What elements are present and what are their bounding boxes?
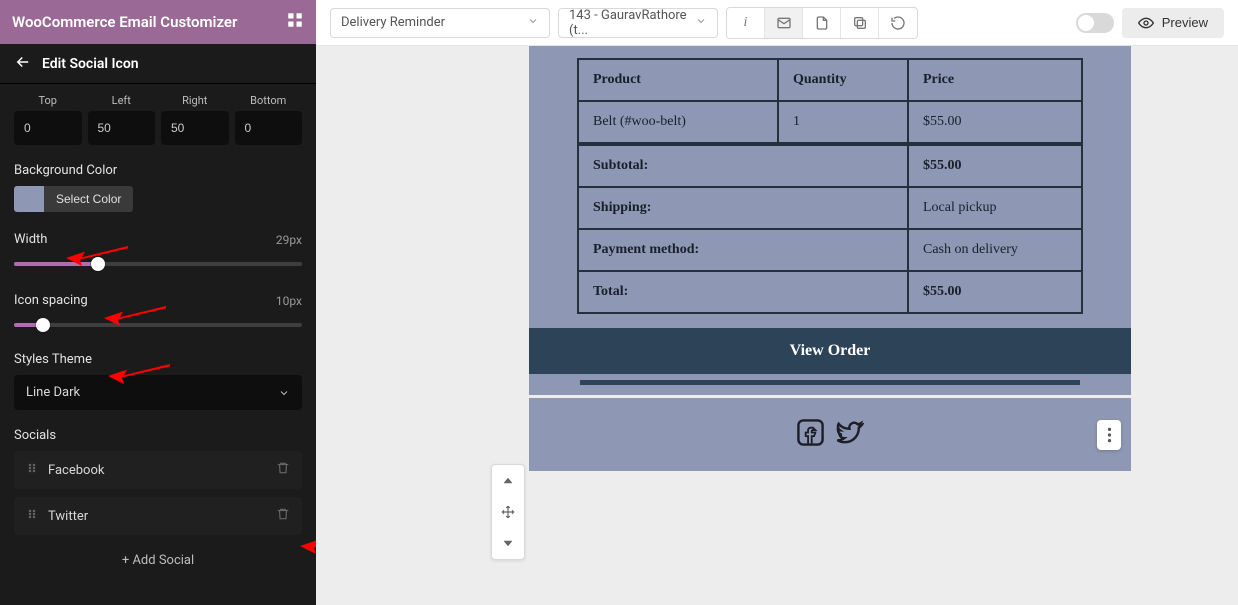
table-row: Subtotal: $55.00 xyxy=(578,144,1082,187)
order-table: Product Quantity Price Belt (#woo-belt) … xyxy=(577,58,1083,314)
social-item-label: Facebook xyxy=(48,463,104,478)
view-order-button[interactable]: View Order xyxy=(529,328,1131,374)
social-item-facebook[interactable]: Facebook xyxy=(14,451,302,489)
cell-payment-value: Cash on delivery xyxy=(908,229,1082,271)
add-social-button[interactable]: + Add Social xyxy=(14,543,302,578)
app-title: WooCommerce Email Customizer xyxy=(12,13,237,31)
side-input-left[interactable] xyxy=(88,111,156,145)
dark-mode-toggle[interactable] xyxy=(1076,13,1114,33)
cell-product: Belt (#woo-belt) xyxy=(578,101,778,144)
cell-shipping-label: Shipping: xyxy=(578,187,908,229)
cell-total-value: $55.00 xyxy=(908,271,1082,313)
spacing-slider-thumb[interactable] xyxy=(36,318,50,332)
device-view-group: i xyxy=(726,7,918,39)
back-arrow-icon[interactable] xyxy=(14,53,32,75)
move-drag-button[interactable] xyxy=(495,499,521,525)
move-down-button[interactable] xyxy=(495,529,521,555)
chevron-down-icon xyxy=(695,15,707,31)
copy-button[interactable] xyxy=(841,8,879,38)
move-up-button[interactable] xyxy=(495,469,521,495)
side-label-bottom: Bottom xyxy=(235,94,303,107)
order-select-value: 143 - GauravRathore (t... xyxy=(569,8,695,38)
side-label-right: Right xyxy=(161,94,229,107)
cell-subtotal-value: $55.00 xyxy=(908,144,1082,187)
email-social-footer xyxy=(529,395,1131,471)
template-select-value: Delivery Reminder xyxy=(341,15,445,30)
styles-theme-value: Line Dark xyxy=(26,385,80,400)
bgcolor-swatch[interactable] xyxy=(14,186,44,212)
chevron-down-icon xyxy=(527,15,539,31)
chevron-down-icon xyxy=(278,387,290,399)
preview-button-label: Preview xyxy=(1162,15,1208,30)
twitter-icon[interactable] xyxy=(835,418,864,447)
spacing-value: 10px xyxy=(276,294,302,308)
edit-bar: Edit Social Icon xyxy=(0,44,316,84)
order-select[interactable]: 143 - GauravRathore (t... xyxy=(558,8,718,38)
spacing-slider[interactable] xyxy=(14,316,302,334)
divider xyxy=(580,380,1080,385)
side-label-top: Top xyxy=(14,94,82,107)
th-product: Product xyxy=(578,59,778,101)
th-price: Price xyxy=(908,59,1082,101)
cell-price: $55.00 xyxy=(908,101,1082,144)
styles-theme-label: Styles Theme xyxy=(14,352,302,367)
reset-button[interactable] xyxy=(879,8,917,38)
table-row: Payment method: Cash on delivery xyxy=(578,229,1082,271)
side-input-bottom[interactable] xyxy=(235,111,303,145)
block-options-button[interactable] xyxy=(1097,420,1121,450)
preview-button[interactable]: Preview xyxy=(1122,8,1224,38)
bgcolor-label: Background Color xyxy=(14,163,302,178)
canvas: Product Quantity Price Belt (#woo-belt) … xyxy=(316,46,1238,605)
email-view-button[interactable] xyxy=(765,8,803,38)
sidebar: WooCommerce Email Customizer Edit Social… xyxy=(0,0,316,605)
facebook-icon[interactable] xyxy=(796,418,825,447)
width-label: Width xyxy=(14,232,47,247)
dashboard-grid-icon[interactable] xyxy=(286,11,304,33)
socials-label: Socials xyxy=(14,428,302,443)
topbar: Delivery Reminder 143 - GauravRathore (t… xyxy=(316,0,1238,46)
table-row: Belt (#woo-belt) 1 $55.00 xyxy=(578,101,1082,144)
sidebar-header: WooCommerce Email Customizer xyxy=(0,0,316,44)
table-row: Shipping: Local pickup xyxy=(578,187,1082,229)
spacing-label: Icon spacing xyxy=(14,293,88,308)
cell-total-label: Total: xyxy=(578,271,908,313)
social-item-twitter[interactable]: Twitter xyxy=(14,497,302,535)
cell-shipping-value: Local pickup xyxy=(908,187,1082,229)
email-preview: Product Quantity Price Belt (#woo-belt) … xyxy=(529,46,1131,471)
side-input-right[interactable] xyxy=(161,111,229,145)
cell-quantity: 1 xyxy=(778,101,908,144)
drag-handle-icon[interactable] xyxy=(26,461,38,479)
page-view-button[interactable] xyxy=(803,8,841,38)
trash-icon[interactable] xyxy=(276,507,290,525)
info-button[interactable]: i xyxy=(727,8,765,38)
edit-bar-title: Edit Social Icon xyxy=(42,56,139,72)
side-label-left: Left xyxy=(88,94,156,107)
side-input-top[interactable] xyxy=(14,111,82,145)
panel-body: Top Left Right Bottom Background Color S… xyxy=(0,84,316,605)
th-quantity: Quantity xyxy=(778,59,908,101)
cell-subtotal-label: Subtotal: xyxy=(578,144,908,187)
styles-theme-select[interactable]: Line Dark xyxy=(14,375,302,410)
width-value: 29px xyxy=(276,233,302,247)
table-row: Total: $55.00 xyxy=(578,271,1082,313)
width-slider-thumb[interactable] xyxy=(91,257,105,271)
drag-handle-icon[interactable] xyxy=(26,507,38,525)
trash-icon[interactable] xyxy=(276,461,290,479)
block-move-controls xyxy=(491,464,525,560)
padding-sides-row: Top Left Right Bottom xyxy=(14,94,302,145)
social-item-label: Twitter xyxy=(48,509,88,524)
cell-payment-label: Payment method: xyxy=(578,229,908,271)
template-select[interactable]: Delivery Reminder xyxy=(330,8,550,38)
width-slider[interactable] xyxy=(14,255,302,273)
select-color-button[interactable]: Select Color xyxy=(44,186,133,212)
